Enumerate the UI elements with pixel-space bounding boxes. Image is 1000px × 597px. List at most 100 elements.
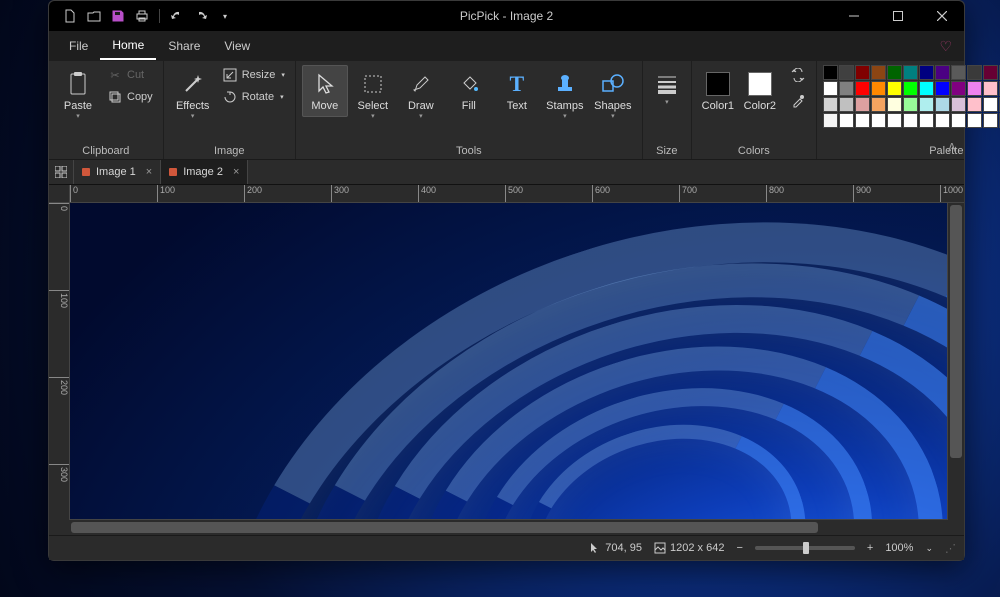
palette-swatch[interactable] [983, 65, 998, 80]
palette-swatch[interactable] [967, 65, 982, 80]
copy-button[interactable]: Copy [103, 87, 157, 107]
palette-swatch[interactable] [871, 65, 886, 80]
palette-swatch[interactable] [855, 113, 870, 128]
palette-swatch[interactable] [983, 97, 998, 112]
size-button[interactable]: ▾ [649, 65, 685, 111]
palette-swatch[interactable] [903, 65, 918, 80]
palette-swatch[interactable] [919, 97, 934, 112]
vertical-scrollbar[interactable] [947, 203, 964, 519]
tab-view[interactable]: View [212, 33, 262, 59]
close-button[interactable] [920, 1, 964, 31]
effects-button[interactable]: Effects▾ [170, 65, 216, 125]
palette-swatch[interactable] [919, 65, 934, 80]
palette-swatch[interactable] [887, 65, 902, 80]
resize-button[interactable]: Resize▾ [218, 65, 289, 85]
tab-grid-button[interactable] [49, 160, 74, 184]
group-palette: Palette [823, 145, 1000, 157]
palette-swatch[interactable] [823, 81, 838, 96]
palette-swatch[interactable] [839, 97, 854, 112]
maximize-button[interactable] [876, 1, 920, 31]
collapse-ribbon-icon[interactable]: ᐱ [948, 141, 956, 155]
canvas[interactable] [70, 203, 947, 519]
zoom-out-button[interactable]: − [736, 542, 742, 554]
palette-swatch[interactable] [919, 81, 934, 96]
palette-swatch[interactable] [871, 81, 886, 96]
resize-icon [222, 67, 238, 83]
close-tab-icon[interactable]: × [233, 166, 239, 178]
shapes-icon [601, 70, 625, 98]
stamp-icon [554, 70, 576, 98]
palette-swatch[interactable] [951, 97, 966, 112]
palette-swatch[interactable] [903, 81, 918, 96]
redo-icon[interactable] [192, 7, 210, 25]
paste-button[interactable]: Paste▾ [55, 65, 101, 125]
palette-swatch[interactable] [935, 97, 950, 112]
palette-swatch[interactable] [951, 113, 966, 128]
palette-swatch[interactable] [823, 113, 838, 128]
move-tool[interactable]: Move [302, 65, 348, 117]
new-icon[interactable] [61, 7, 79, 25]
palette-swatch[interactable] [967, 97, 982, 112]
tab-share[interactable]: Share [156, 33, 212, 59]
palette-swatch[interactable] [935, 65, 950, 80]
palette-swatch[interactable] [887, 97, 902, 112]
palette-swatch[interactable] [823, 65, 838, 80]
palette-swatch[interactable] [855, 97, 870, 112]
palette-swatch[interactable] [967, 81, 982, 96]
palette-swatch[interactable] [839, 81, 854, 96]
color2-button[interactable]: Color2 [740, 65, 780, 117]
palette-swatch[interactable] [983, 113, 998, 128]
tab-indicator-icon [82, 168, 90, 176]
draw-tool[interactable]: Draw▾ [398, 65, 444, 125]
group-clipboard: Clipboard [55, 145, 157, 157]
palette-swatch[interactable] [983, 81, 998, 96]
select-tool[interactable]: Select▾ [350, 65, 396, 125]
palette-swatch[interactable] [935, 81, 950, 96]
palette-swatch[interactable] [887, 81, 902, 96]
palette-swatch[interactable] [903, 97, 918, 112]
palette-swatch[interactable] [903, 113, 918, 128]
rotate-button[interactable]: Rotate▾ [218, 87, 289, 107]
save-icon[interactable] [109, 7, 127, 25]
horizontal-scrollbar[interactable] [69, 519, 948, 535]
palette-swatch[interactable] [919, 113, 934, 128]
palette-swatch[interactable] [871, 113, 886, 128]
tab-home[interactable]: Home [100, 32, 156, 60]
palette-swatch[interactable] [871, 97, 886, 112]
palette-swatch[interactable] [823, 97, 838, 112]
fill-tool[interactable]: Fill [446, 65, 492, 117]
color1-button[interactable]: Color1 [698, 65, 738, 117]
cut-button[interactable]: ✂Cut [103, 65, 157, 85]
palette-swatch[interactable] [951, 81, 966, 96]
zoom-dropdown-icon[interactable]: ⌄ [925, 543, 933, 554]
doc-tab-2[interactable]: Image 2× [161, 160, 248, 184]
palette-swatch[interactable] [967, 113, 982, 128]
close-tab-icon[interactable]: × [146, 166, 152, 178]
ribbon-tabs: File Home Share View ♡ [49, 31, 964, 61]
qat-dropdown-icon[interactable]: ▾ [216, 7, 234, 25]
image-icon [654, 542, 666, 554]
palette-swatch[interactable] [951, 65, 966, 80]
tab-file[interactable]: File [57, 33, 100, 59]
open-icon[interactable] [85, 7, 103, 25]
zoom-slider[interactable] [755, 546, 855, 550]
text-tool[interactable]: TText [494, 65, 540, 117]
heart-icon[interactable]: ♡ [939, 38, 952, 55]
palette-swatch[interactable] [839, 65, 854, 80]
shapes-tool[interactable]: Shapes▾ [590, 65, 636, 125]
doc-tab-1[interactable]: Image 1× [74, 160, 161, 184]
undo-icon[interactable] [168, 7, 186, 25]
resize-grip-icon[interactable]: ⋰ [945, 542, 956, 555]
zoom-in-button[interactable]: + [867, 542, 873, 554]
palette-swatch[interactable] [935, 113, 950, 128]
palette-swatch[interactable] [855, 65, 870, 80]
swap-colors-button[interactable] [786, 65, 810, 85]
palette-swatch[interactable] [887, 113, 902, 128]
minimize-button[interactable] [832, 1, 876, 31]
palette-swatch[interactable] [839, 113, 854, 128]
stamps-tool[interactable]: Stamps▾ [542, 65, 588, 125]
color1-swatch [706, 72, 730, 96]
print-icon[interactable] [133, 7, 151, 25]
palette-swatch[interactable] [855, 81, 870, 96]
eyedropper-button[interactable] [786, 91, 810, 111]
